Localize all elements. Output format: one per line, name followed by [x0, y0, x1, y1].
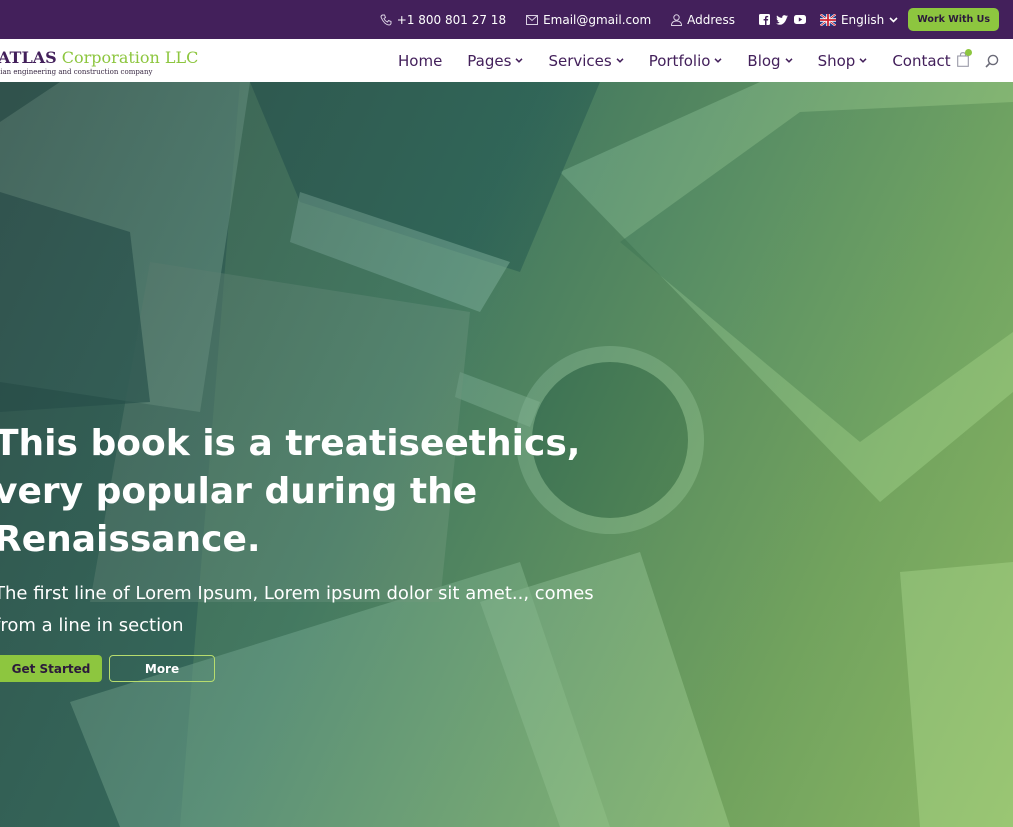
- address-label: Address: [687, 12, 735, 27]
- chevron-down-icon: [714, 58, 722, 63]
- mail-icon: [526, 14, 539, 25]
- cart-button[interactable]: [957, 49, 972, 71]
- nav-item-label: Contact: [892, 51, 951, 70]
- nav-item-home[interactable]: Home: [398, 52, 442, 70]
- top-bar: +1 800 801 27 18 Email@gmail.com Address…: [0, 0, 1013, 39]
- main-nav: ATLAS Corporation LLC lian engineering a…: [0, 39, 1013, 82]
- nav-item-label: Services: [548, 51, 612, 70]
- nav-item-label: Portfolio: [648, 51, 711, 70]
- address-contact[interactable]: Address: [671, 13, 735, 27]
- nav-item-label: Home: [398, 51, 443, 70]
- language-selector[interactable]: English: [819, 12, 898, 27]
- logo-name-rest: Corporation LLC: [61, 48, 199, 67]
- nav-item-services[interactable]: Services: [548, 51, 624, 70]
- hero-section: This book is a treatiseethics, very popu…: [0, 82, 1013, 827]
- nav-item-portfolio[interactable]: Portfolio: [649, 52, 723, 70]
- nav-item-label: Pages: [467, 51, 512, 70]
- hero-title: This book is a treatiseethics, very popu…: [0, 423, 581, 560]
- logo-name: ATLAS Corporation LLC: [0, 48, 198, 67]
- hero-content: This book is a treatiseethics, very popu…: [0, 420, 674, 682]
- email-contact[interactable]: Email@gmail.com: [526, 13, 651, 27]
- phone-icon: [380, 14, 392, 26]
- chevron-down-icon: [785, 58, 793, 63]
- facebook-icon[interactable]: [758, 14, 770, 25]
- work-with-us-button[interactable]: Work With Us: [908, 8, 999, 31]
- user-icon: [671, 13, 683, 26]
- chevron-down-icon: [515, 58, 523, 63]
- email-address: Email@gmail.com: [543, 12, 652, 27]
- twitter-icon[interactable]: [775, 14, 788, 25]
- uk-flag-icon: [819, 13, 836, 26]
- phone-contact[interactable]: +1 800 801 27 18: [380, 13, 506, 27]
- phone-number: +1 800 801 27 18: [396, 12, 507, 27]
- youtube-icon[interactable]: [793, 15, 806, 24]
- cart-badge: [965, 49, 972, 56]
- logo[interactable]: ATLAS Corporation LLC lian engineering a…: [0, 48, 198, 76]
- search-icon: [985, 54, 999, 68]
- logo-name-bold: ATLAS: [0, 48, 57, 67]
- chevron-down-icon: [616, 58, 624, 63]
- nav-menu: Home Pages Services Portfolio Blog Shop …: [398, 39, 976, 82]
- nav-item-blog[interactable]: Blog: [747, 51, 793, 70]
- more-button[interactable]: More: [109, 655, 215, 682]
- social-links: [758, 14, 806, 25]
- chevron-down-icon: [889, 16, 898, 23]
- chevron-down-icon: [859, 58, 867, 63]
- logo-tagline: lian engineering and construction compan…: [0, 68, 153, 76]
- nav-item-label: Shop: [817, 51, 856, 70]
- get-started-button[interactable]: Get Started: [0, 655, 102, 682]
- nav-item-pages[interactable]: Pages: [467, 52, 523, 70]
- nav-item-shop[interactable]: Shop: [818, 52, 868, 70]
- language-label: English: [840, 12, 885, 27]
- nav-item-label: Blog: [747, 51, 781, 70]
- search-button[interactable]: [985, 53, 999, 72]
- hero-buttons: Get Started More: [0, 655, 674, 682]
- hero-subtitle: The first line of Lorem Ipsum, Lorem ips…: [0, 583, 594, 636]
- nav-item-contact[interactable]: Contact: [892, 52, 950, 70]
